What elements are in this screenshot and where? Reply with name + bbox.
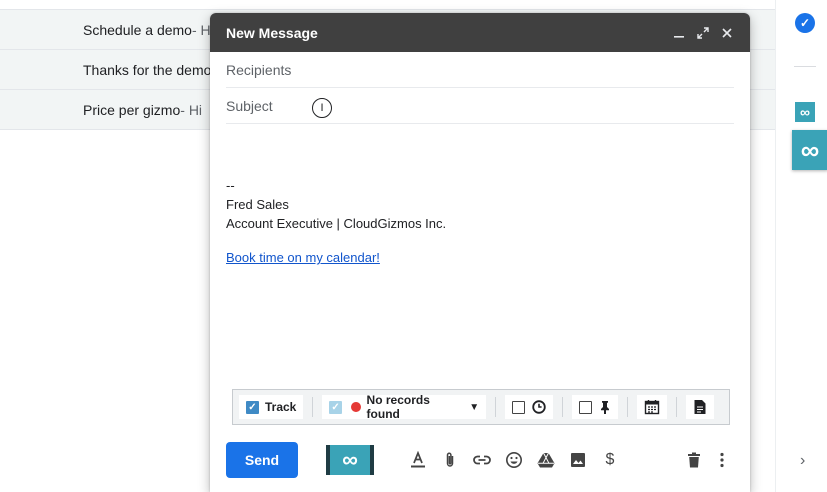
email-subject: Schedule a demo <box>83 21 192 38</box>
status-dot-icon <box>350 402 361 412</box>
email-subject: Price per gizmo <box>83 101 181 118</box>
signature-separator: -- <box>226 178 235 193</box>
signature-name: Fred Sales <box>226 197 289 212</box>
toolbar-divider <box>676 397 677 417</box>
compose-title: New Message <box>226 24 318 41</box>
records-checkbox[interactable]: ✓ <box>329 400 342 414</box>
text-cursor-icon: I <box>312 98 332 118</box>
track-toggle[interactable]: ✓ Track <box>239 395 304 419</box>
minimize-icon[interactable] <box>672 26 686 40</box>
pin-icon <box>599 400 611 414</box>
extension-panel-icon[interactable]: ∞ <box>792 130 827 170</box>
document-icon <box>693 399 707 415</box>
side-divider <box>794 66 816 67</box>
infinity-icon: ∞ <box>342 447 358 472</box>
pin-checkbox[interactable] <box>579 400 593 414</box>
message-body[interactable]: -- Fred Sales Account Executive | CloudG… <box>226 176 446 233</box>
subject-placeholder: Subject <box>226 97 273 114</box>
photo-icon[interactable] <box>562 444 594 476</box>
tracking-toolbar: ✓ Track ✓ No records found ▼ <box>232 389 730 425</box>
expand-icon[interactable] <box>696 26 710 40</box>
pin-toggle[interactable] <box>572 395 619 419</box>
reminder-toggle[interactable] <box>505 395 554 419</box>
compose-bottom-bar: Send ∞ $ <box>226 442 736 478</box>
caret-down-icon: ▼ <box>469 401 480 413</box>
toolbar-divider <box>495 397 497 417</box>
track-label: Track <box>265 400 297 414</box>
clock-icon <box>532 400 546 414</box>
list-top-strip <box>0 0 775 10</box>
calendar-button[interactable] <box>637 395 668 419</box>
side-panel: ✓ ∞ ∞ › <box>775 0 827 492</box>
dollar-icon[interactable]: $ <box>594 444 626 476</box>
emoji-icon[interactable] <box>498 444 530 476</box>
chevron-right-icon[interactable]: › <box>800 452 805 470</box>
drive-icon[interactable] <box>530 444 562 476</box>
link-icon[interactable] <box>466 444 498 476</box>
compose-window: New Message Recipients Subject I -- Fred… <box>210 13 750 492</box>
extension-small-icon[interactable]: ∞ <box>795 102 815 122</box>
calendar-link[interactable]: Book time on my calendar! <box>226 250 380 265</box>
trash-icon[interactable] <box>680 444 708 476</box>
reminder-checkbox[interactable] <box>512 400 526 414</box>
tasks-icon[interactable]: ✓ <box>795 13 815 33</box>
more-options-icon[interactable] <box>708 444 736 476</box>
signature-role: Account Executive | CloudGizmos Inc. <box>226 216 447 231</box>
email-subject: Thanks for the demo <box>83 61 212 78</box>
extension-button[interactable]: ∞ <box>326 445 374 475</box>
records-dropdown[interactable]: ✓ No records found ▼ <box>322 393 487 421</box>
formatting-icon[interactable] <box>402 444 434 476</box>
templates-button[interactable] <box>685 395 714 419</box>
toolbar-divider <box>312 397 314 417</box>
compose-header: New Message <box>210 13 750 52</box>
email-snippet: - Hi <box>180 101 203 118</box>
calendar-icon <box>644 399 660 415</box>
toolbar-divider <box>627 397 629 417</box>
subject-field[interactable]: Subject <box>226 88 734 124</box>
track-checkbox[interactable]: ✓ <box>246 400 259 414</box>
recipients-placeholder: Recipients <box>226 61 292 78</box>
close-icon[interactable] <box>720 26 734 40</box>
toolbar-divider <box>562 397 564 417</box>
records-label: No records found <box>366 393 430 421</box>
recipients-field[interactable]: Recipients <box>226 52 734 88</box>
send-button[interactable]: Send <box>226 442 298 478</box>
attachment-icon[interactable] <box>434 444 466 476</box>
